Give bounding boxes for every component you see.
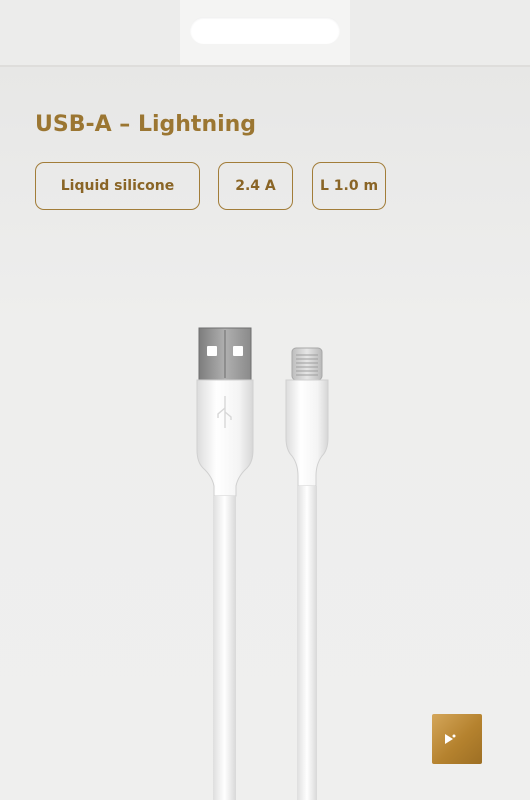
feature-badge-current: 2.4 A: [218, 162, 293, 210]
lightning-housing: [285, 379, 329, 487]
usb-side-cable: [213, 496, 236, 800]
usb-a-connector: [196, 327, 254, 497]
lightning-connector: [285, 347, 329, 487]
usb-a-pin-window-left: [207, 346, 217, 356]
brand-logo: [432, 714, 482, 764]
usb-a-pin-window-right: [233, 346, 243, 356]
hang-hole: [190, 17, 340, 44]
lightning-side-cable: [297, 486, 317, 800]
feature-badge-material: Liquid silicone: [35, 162, 200, 210]
product-title: USB-A – Lightning: [35, 112, 257, 137]
crescent-fish-logo-icon: [445, 727, 463, 751]
feature-badge-length: L 1.0 m: [312, 162, 386, 210]
product-package: USB-A – Lightning Liquid silicone 2.4 A …: [0, 0, 530, 800]
